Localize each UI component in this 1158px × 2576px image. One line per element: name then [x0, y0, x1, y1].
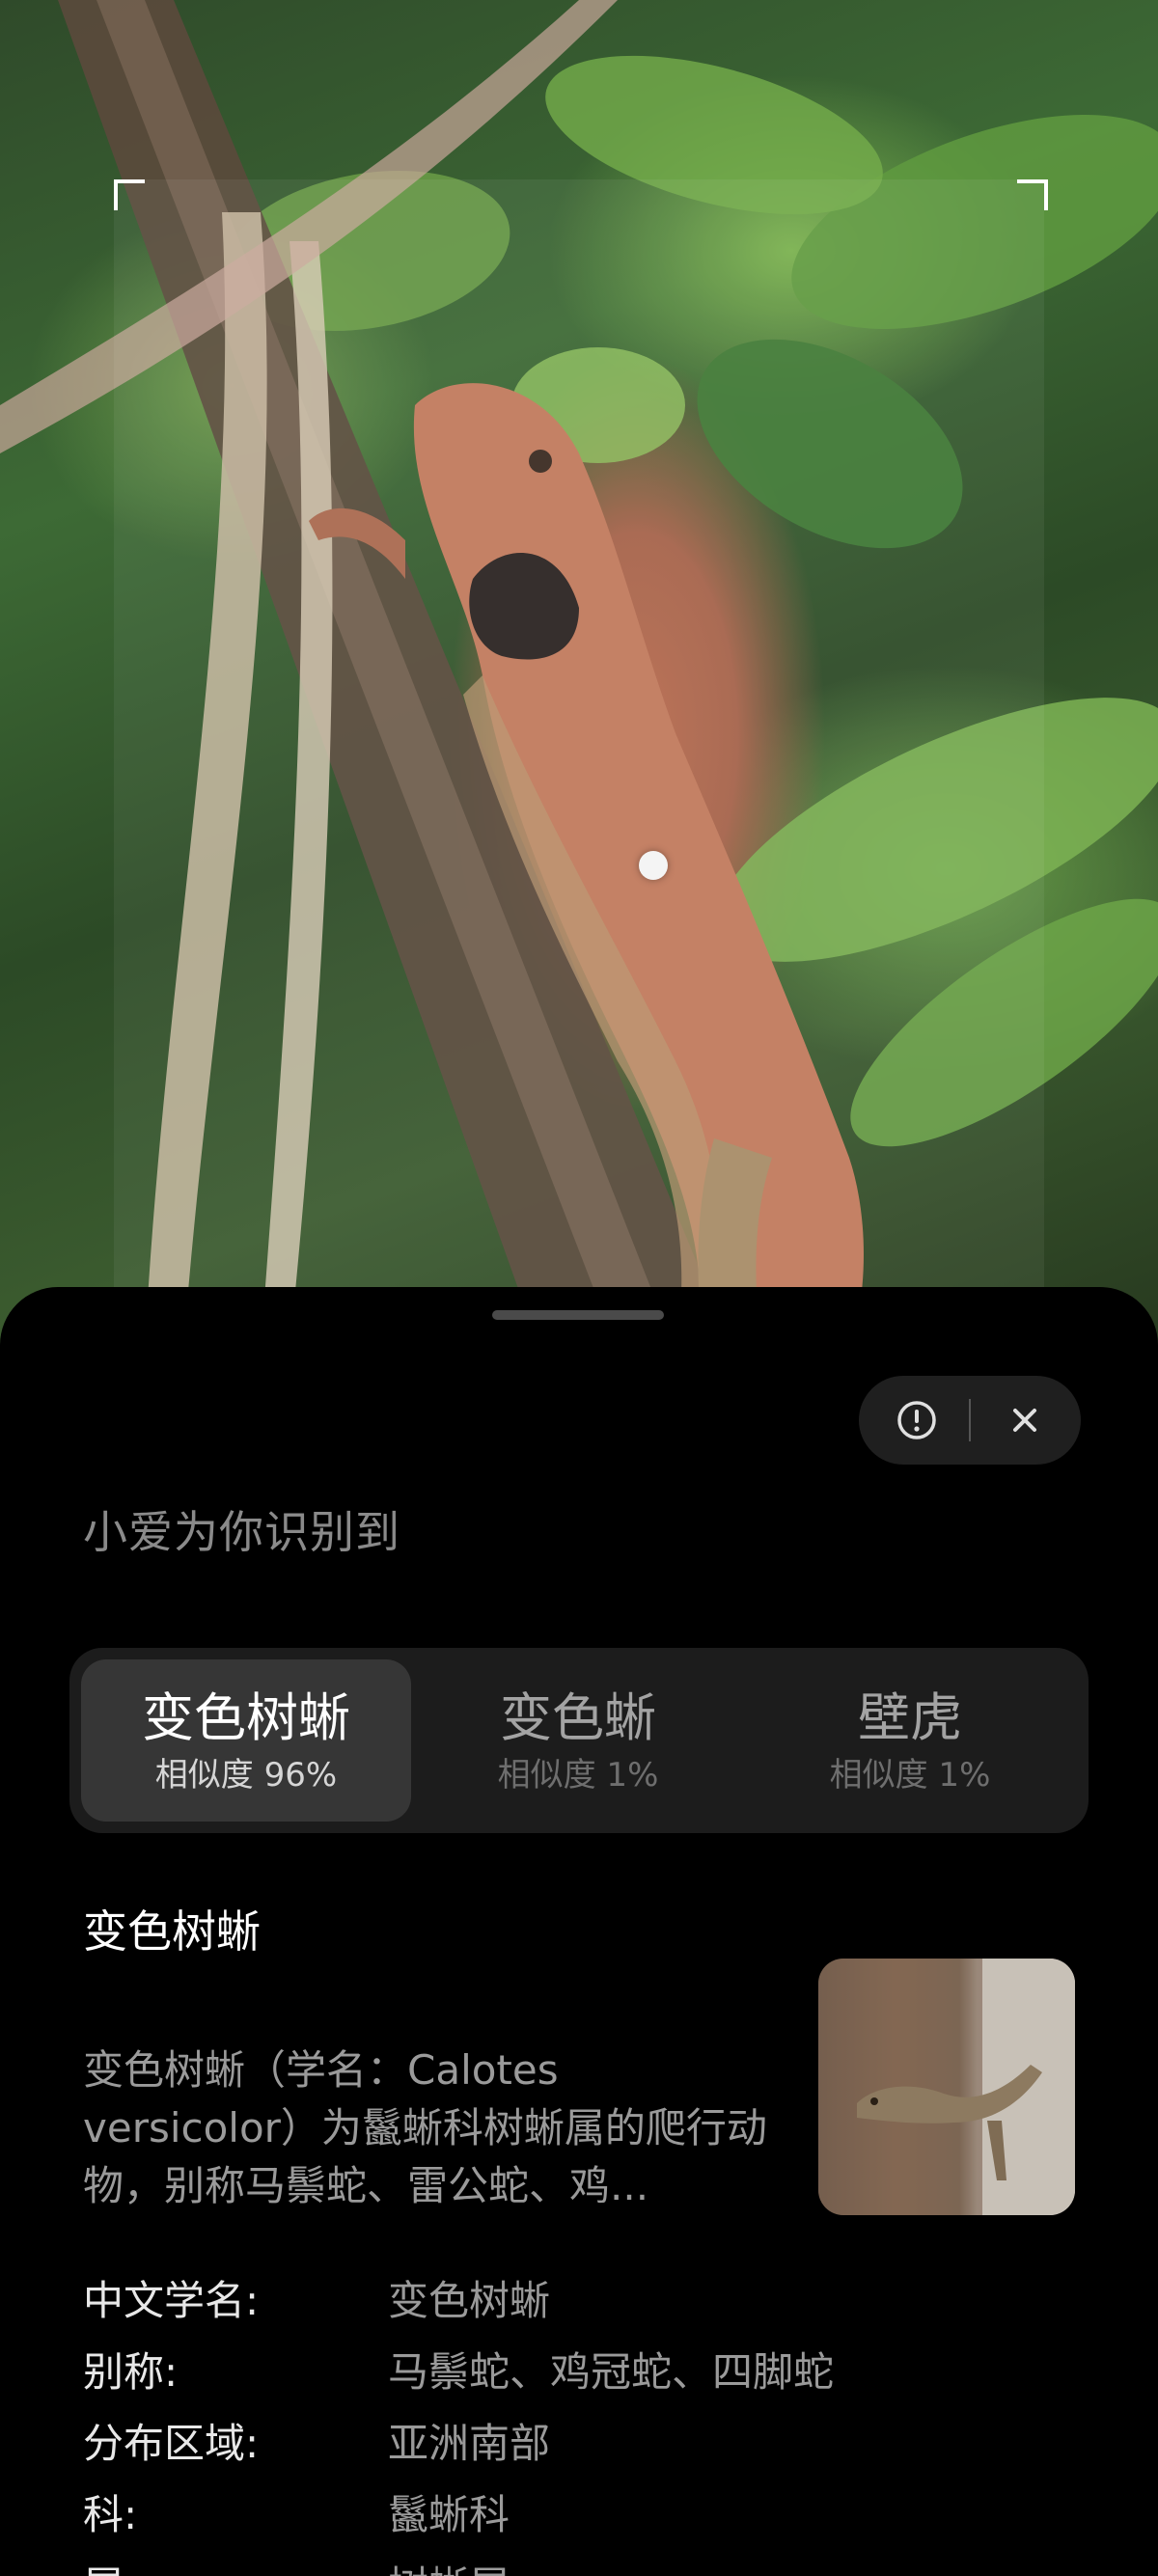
species-description[interactable]: 变色树蜥（学名：Calotes versicolor）为鬣蜥科树蜥属的爬行动物，… [83, 2042, 778, 2215]
species-facts: 中文学名: 变色树蜥 别称: 马鬃蛇、鸡冠蛇、四脚蛇 分布区域: 亚洲南部 科: 鬣蜥科… [83, 2265, 1106, 2576]
fact-row: 中文学名: 变色树蜥 [83, 2265, 1106, 2337]
fact-value: 鬣蜥科 [388, 2491, 510, 2538]
scan-frame [114, 179, 1044, 1347]
close-button[interactable] [1004, 1399, 1046, 1441]
species-title: 变色树蜥 [83, 1905, 261, 1958]
viewfinder-corner-top-right [1017, 179, 1048, 210]
focus-point[interactable] [639, 851, 668, 880]
info-button[interactable] [896, 1399, 938, 1441]
fact-label: 属: [83, 2551, 388, 2576]
result-name: 变色蜥 [500, 1687, 656, 1748]
fact-value: 亚洲南部 [388, 2420, 551, 2467]
viewfinder-corner-top-left [114, 179, 145, 210]
fact-label: 别称: [83, 2348, 179, 2396]
fact-value: 树蜥属 [388, 2551, 510, 2576]
screen: 小爱为你识别到 变色树蜥 相似度 96% 变色蜥 相似度 1% 壁虎 相似度 1… [0, 0, 1158, 2576]
intro-text: 小爱为你识别到 [83, 1506, 400, 1558]
info-circle-icon [897, 1401, 936, 1439]
fact-row: 别称: 马鬃蛇、鸡冠蛇、四脚蛇 [83, 2337, 1106, 2408]
action-pill [859, 1376, 1081, 1465]
result-sheet: 小爱为你识别到 变色树蜥 相似度 96% 变色蜥 相似度 1% 壁虎 相似度 1… [0, 1287, 1158, 2576]
drag-handle[interactable] [492, 1310, 664, 1320]
fact-label: 分布区域: [83, 2420, 260, 2467]
fact-label: 科: [83, 2491, 138, 2538]
result-tab-3[interactable]: 壁虎 相似度 1% [745, 1659, 1075, 1822]
result-similarity: 相似度 96% [154, 1756, 338, 1795]
species-thumbnail[interactable] [818, 1959, 1075, 2215]
pill-divider [969, 1399, 971, 1441]
fact-value: 变色树蜥 [388, 2277, 551, 2324]
camera-photo[interactable] [0, 0, 1158, 1351]
result-name: 变色树蜥 [142, 1687, 350, 1748]
fact-value: 马鬃蛇、鸡冠蛇、四脚蛇 [388, 2348, 835, 2396]
result-similarity: 相似度 1% [497, 1756, 659, 1795]
result-tab-2[interactable]: 变色蜥 相似度 1% [413, 1659, 743, 1822]
fact-label: 中文学名: [83, 2277, 260, 2324]
close-icon [1013, 1409, 1036, 1432]
result-name: 壁虎 [858, 1687, 962, 1748]
result-tab-1[interactable]: 变色树蜥 相似度 96% [81, 1659, 411, 1822]
result-similarity: 相似度 1% [829, 1756, 991, 1795]
fact-row: 分布区域: 亚洲南部 [83, 2408, 1106, 2480]
result-tabs: 变色树蜥 相似度 96% 变色蜥 相似度 1% 壁虎 相似度 1% [69, 1648, 1089, 1833]
lizard-thumbnail-image [818, 1959, 1075, 2215]
fact-row: 属:树蜥属 [83, 2551, 1106, 2576]
fact-row: 科: 鬣蜥科 [83, 2480, 1106, 2551]
